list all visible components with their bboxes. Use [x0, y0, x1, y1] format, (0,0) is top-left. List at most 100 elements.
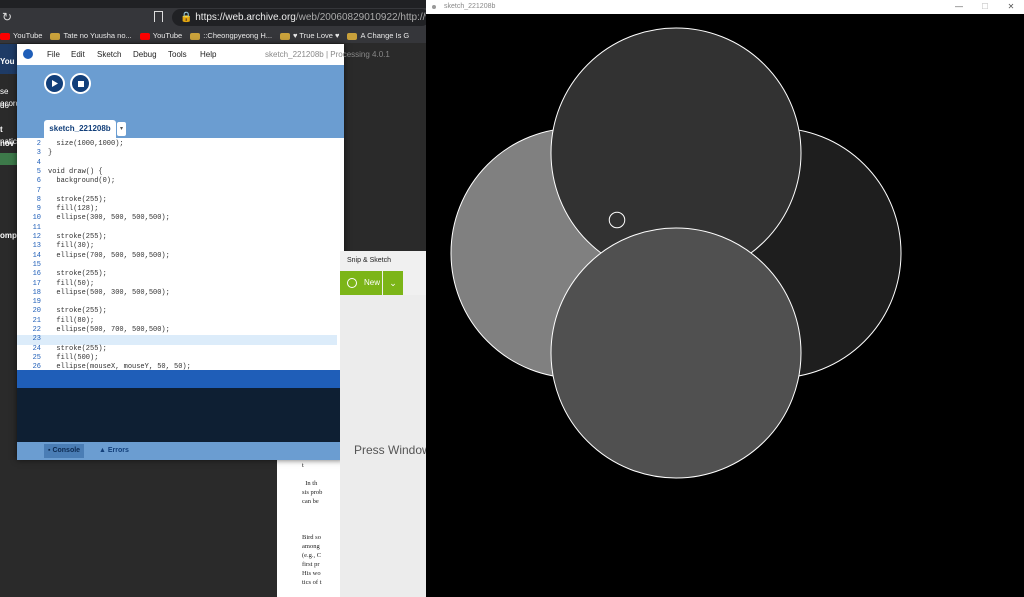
bookmark-item[interactable]: A Change Is G [347, 29, 409, 43]
maximize-button[interactable]: ☐ [972, 0, 998, 14]
code-text: ellipse(300, 500, 500,500); [48, 214, 170, 223]
bookmark-icon [347, 32, 358, 40]
code-line[interactable]: 5 void draw() { [17, 168, 344, 178]
youtube-icon [0, 32, 10, 40]
close-button[interactable]: ✕ [998, 0, 1024, 14]
sketch-ellipse [550, 227, 802, 479]
bookmark-icon[interactable] [154, 11, 163, 22]
code-text: fill(30); [48, 242, 95, 251]
line-number: 9 [36, 205, 41, 214]
new-snip-button[interactable]: New [340, 271, 382, 295]
code-text: stroke(255); [48, 344, 107, 353]
snip-dropdown-button[interactable]: ⌄ [383, 271, 403, 295]
code-line[interactable]: 18 ellipse(500, 300, 500,500); [17, 289, 344, 299]
line-number: 3 [36, 149, 41, 158]
code-line[interactable]: 6 background(0); [17, 177, 344, 187]
line-number: 15 [32, 260, 41, 269]
line-number: 13 [32, 242, 41, 251]
code-line[interactable]: 13 fill(30); [17, 242, 344, 252]
code-line[interactable]: 25 fill(500); [17, 354, 344, 364]
code-line[interactable]: 16 stroke(255); [17, 270, 344, 280]
bookmark-item[interactable]: ::Cheongpyeong H... [190, 29, 272, 43]
code-text: stroke(255); [48, 307, 107, 316]
code-editor[interactable]: 2 size(1000,1000); 3} 4 5 void draw() {6 bac… [17, 138, 344, 370]
line-number: 25 [32, 353, 41, 362]
new-snip-label: New [364, 278, 381, 287]
processing-logo-icon [23, 49, 33, 59]
code-line[interactable]: 21 fill(80); [17, 317, 344, 327]
run-button[interactable] [44, 73, 65, 94]
bookmark-item[interactable]: YouTube [0, 29, 42, 43]
code-line[interactable]: 7 [17, 187, 344, 197]
code-line[interactable]: 14 ellipse(700, 500, 500,500); [17, 252, 344, 262]
code-text: ellipse(500, 700, 500,500); [48, 326, 170, 334]
url-field[interactable]: 🔒 https://web.archive.org/web/2006082901… [172, 9, 430, 26]
code-text: stroke(255); [48, 195, 107, 204]
processing-window: File Edit Sketch Debug Tools Help sketch… [17, 44, 390, 460]
code-line[interactable]: 19 [17, 298, 344, 308]
code-line[interactable]: 2 size(1000,1000); [17, 140, 344, 150]
line-number: 20 [32, 307, 41, 316]
code-line[interactable]: 8 stroke(255); [17, 196, 344, 206]
menu-edit[interactable]: Edit [71, 50, 85, 59]
code-line[interactable]: 11 [17, 224, 344, 234]
line-number: 7 [36, 186, 41, 195]
code-line[interactable]: 4 [17, 159, 344, 169]
bookmarks-bar: YouTube Tate no Yuusha no... YouTube::Cheo… [0, 29, 430, 43]
tab-menu-arrow-icon[interactable]: ▾ [117, 122, 126, 136]
bookmark-icon [50, 32, 61, 40]
code-text: fill(500); [48, 353, 99, 362]
code-line[interactable]: 20 stroke(255); [17, 307, 344, 317]
page-green-block [0, 153, 18, 165]
bookmark-item[interactable]: Tate no Yuusha no... [50, 29, 132, 43]
menu-file[interactable]: File [47, 50, 60, 59]
code-line[interactable]: 26 ellipse(mouseX, mouseY, 50, 50); [17, 363, 344, 370]
menu-help[interactable]: Help [200, 50, 216, 59]
line-number: 21 [32, 316, 41, 325]
code-line[interactable]: 15 [17, 261, 344, 271]
menu-sketch[interactable]: Sketch [97, 50, 121, 59]
line-number: 8 [36, 195, 41, 204]
code-text: ellipse(500, 300, 500,500); [48, 288, 170, 297]
menu-tools[interactable]: Tools [168, 50, 187, 59]
line-number: 17 [32, 279, 41, 288]
console-tab[interactable]: ▪ Console [44, 444, 85, 458]
stop-button[interactable] [70, 73, 91, 94]
code-text: } [48, 149, 53, 158]
bookmark-item[interactable]: ♥ True Love ♥ [280, 29, 339, 43]
code-line[interactable]: 12 stroke(255); [17, 233, 344, 243]
bookmark-icon [280, 32, 291, 40]
url-host: https://web.archive.org [195, 12, 296, 23]
bookmark-label: A Change Is G [360, 31, 410, 40]
reload-icon[interactable]: ↻ [2, 10, 12, 24]
line-number: 23 [32, 335, 41, 344]
code-text: size(1000,1000); [48, 140, 124, 148]
code-line[interactable]: 9 fill(128); [17, 205, 344, 215]
code-text: fill(128); [48, 205, 99, 214]
bookmark-item[interactable]: YouTube [139, 29, 182, 43]
line-number: 5 [36, 167, 41, 176]
code-text: background(0); [48, 177, 116, 186]
code-line[interactable]: 3} [17, 149, 344, 159]
console-area [17, 388, 344, 442]
snip-sketch-window: Snip & Sketch New ⌄ Press Window [340, 251, 431, 597]
code-line[interactable]: 24 stroke(255); [17, 345, 344, 355]
code-line[interactable]: 22 ellipse(500, 700, 500,500); [17, 326, 344, 336]
sketch-canvas[interactable] [426, 14, 1024, 597]
sketch-tab[interactable]: sketch_221208b [44, 120, 116, 138]
snip-instructions: Press Window [354, 443, 431, 457]
code-line[interactable]: 23 [17, 335, 344, 345]
page-text-fragment: You [0, 57, 15, 66]
sketch-title: sketch_221208b [444, 3, 496, 10]
code-line[interactable]: 17 fill(50); [17, 280, 344, 290]
code-line[interactable]: 10 ellipse(300, 500, 500,500); [17, 214, 344, 224]
sketch-window-icon [432, 5, 436, 9]
status-bar [17, 370, 344, 388]
errors-tab[interactable]: ▲ Errors [99, 444, 129, 458]
toolbar: sketch_221208b ▾ [17, 65, 344, 138]
menu-debug[interactable]: Debug [133, 50, 157, 59]
snip-title: Snip & Sketch [340, 251, 428, 271]
stop-icon [77, 80, 84, 87]
minimize-button[interactable]: — [946, 0, 972, 14]
globe-icon [190, 32, 201, 40]
